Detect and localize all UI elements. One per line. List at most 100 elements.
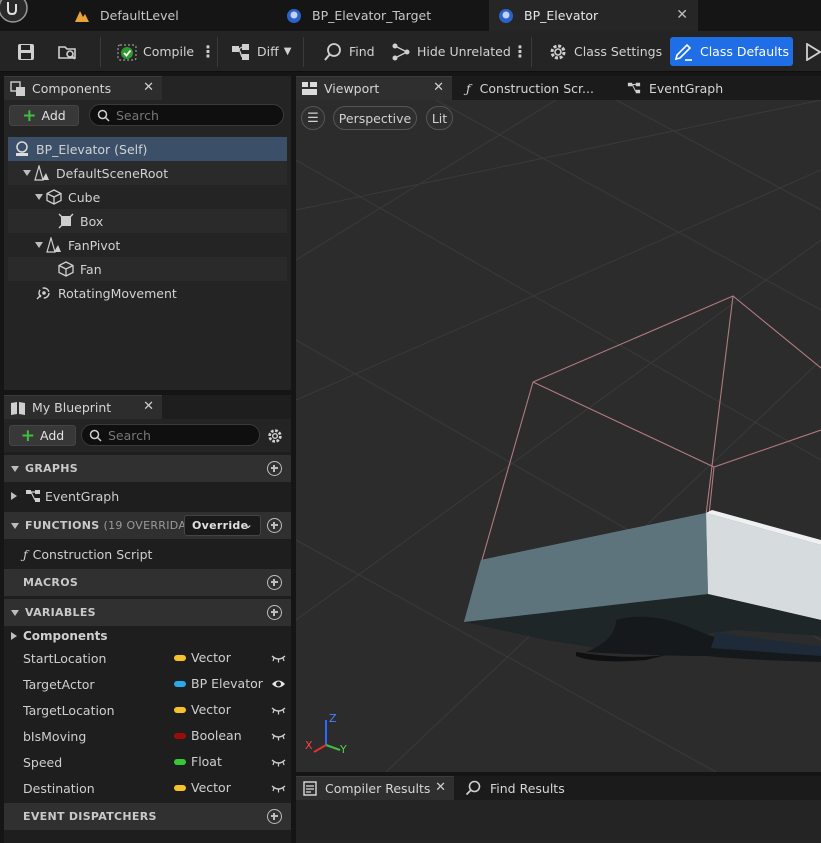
- add-component-button[interactable]: + Add: [9, 105, 79, 126]
- compile-button[interactable]: Compile: [117, 31, 194, 72]
- viewport-options-button[interactable]: ☰: [301, 106, 325, 130]
- variable-row[interactable]: Destination Vector: [4, 775, 291, 801]
- hide-unrelated-button[interactable]: Hide Unrelated: [391, 31, 511, 72]
- collapse-arrow-icon[interactable]: [10, 608, 20, 618]
- tab-bp-elevator-target[interactable]: BP_Elevator_Target: [286, 0, 486, 31]
- tree-item-self[interactable]: BP_Elevator (Self): [8, 137, 287, 161]
- override-dropdown[interactable]: Override ⌄: [184, 515, 261, 536]
- search-input[interactable]: [108, 427, 259, 443]
- variables-header: VARIABLES: [25, 606, 96, 619]
- tab-find-results[interactable]: Find Results: [456, 776, 616, 800]
- eye-closed-icon[interactable]: [271, 653, 286, 663]
- tree-item-fan[interactable]: Fan: [8, 257, 287, 281]
- browse-button[interactable]: [58, 31, 84, 72]
- eye-closed-icon[interactable]: [271, 705, 286, 715]
- tree-item-cube[interactable]: Cube: [8, 185, 287, 209]
- class-defaults-button[interactable]: Class Defaults: [670, 37, 793, 66]
- add-macro-icon[interactable]: [267, 575, 282, 590]
- add-variable-icon[interactable]: [267, 605, 282, 620]
- close-icon[interactable]: ✕: [143, 80, 154, 95]
- add-event-dispatcher-icon[interactable]: [267, 809, 282, 824]
- variable-name: Speed: [23, 754, 63, 770]
- function-item-construction-script[interactable]: ƒ Construction Script: [4, 541, 291, 567]
- section-macros[interactable]: MACROS: [4, 569, 291, 596]
- diff-icon: [232, 43, 249, 60]
- tree-item-default-scene-root[interactable]: DefaultSceneRoot: [8, 161, 287, 185]
- perspective-button[interactable]: Perspective: [333, 106, 417, 130]
- variable-row[interactable]: Speed Float: [4, 749, 291, 775]
- my-blueprint-search[interactable]: [81, 424, 260, 446]
- actor-icon: [16, 141, 28, 156]
- hamburger-icon: ☰: [307, 110, 319, 126]
- tab-bp-elevator[interactable]: BP_Elevator ✕: [489, 0, 698, 31]
- document-tab-bar: DefaultLevel BP_Elevator_Target BP_Eleva…: [0, 0, 821, 31]
- settings-gear-icon[interactable]: [266, 427, 284, 445]
- play-button[interactable]: [805, 31, 821, 72]
- plus-icon: +: [22, 105, 37, 126]
- eye-closed-icon[interactable]: [271, 731, 286, 741]
- tree-item-box[interactable]: Box: [8, 209, 287, 233]
- section-functions[interactable]: FUNCTIONS (19 OVERRIDABLE) Override ⌄: [4, 512, 291, 539]
- close-icon[interactable]: ✕: [435, 780, 446, 795]
- graphs-header: GRAPHS: [25, 462, 79, 475]
- tab-event-graph[interactable]: EventGraph: [618, 76, 778, 100]
- static-mesh-icon: [46, 189, 62, 205]
- axis-label-z: Z: [329, 712, 337, 725]
- components-search[interactable]: [89, 104, 284, 126]
- section-event-dispatchers[interactable]: EVENT DISPATCHERS: [4, 803, 291, 830]
- expand-arrow-icon[interactable]: [9, 631, 19, 641]
- find-button[interactable]: Find: [323, 31, 375, 72]
- static-mesh-icon: [58, 261, 74, 277]
- add-member-button[interactable]: + Add: [9, 425, 76, 446]
- tree-item-rotating-movement[interactable]: RotatingMovement: [8, 281, 287, 305]
- save-button[interactable]: [16, 31, 42, 72]
- expand-arrow-icon[interactable]: [34, 192, 44, 202]
- section-variables[interactable]: VARIABLES: [4, 599, 291, 626]
- tab-components[interactable]: Components ✕: [4, 76, 162, 100]
- collapse-arrow-icon[interactable]: [10, 464, 20, 474]
- expand-arrow-icon[interactable]: [9, 491, 19, 501]
- eye-closed-icon[interactable]: [271, 783, 286, 793]
- construction-script-label: Construction Script: [32, 546, 153, 562]
- variable-row[interactable]: bIsMoving Boolean: [4, 723, 291, 749]
- function-icon: ƒ: [466, 80, 471, 96]
- lit-button[interactable]: Lit: [426, 106, 453, 130]
- variable-type-pill: [174, 707, 186, 713]
- tab-construction-script[interactable]: ƒ Construction Scr...: [456, 76, 614, 100]
- variable-row[interactable]: StartLocation Vector: [4, 645, 291, 671]
- close-icon[interactable]: ✕: [676, 7, 688, 23]
- expand-arrow-icon[interactable]: [22, 168, 32, 178]
- add-graph-icon[interactable]: [267, 461, 282, 476]
- close-icon[interactable]: ✕: [143, 399, 154, 414]
- expand-arrow-icon[interactable]: [34, 240, 44, 250]
- search-input[interactable]: [116, 107, 283, 123]
- hide-unrelated-options-button[interactable]: ⋮: [512, 31, 528, 72]
- function-icon: ƒ: [23, 546, 28, 562]
- tab-viewport[interactable]: Viewport ✕: [296, 76, 452, 100]
- event-graph-label: EventGraph: [45, 488, 120, 504]
- viewport[interactable]: Z Y X ☰ Perspective Lit: [296, 100, 821, 772]
- graph-item-event-graph[interactable]: EventGraph: [4, 483, 291, 509]
- class-settings-button[interactable]: Class Settings: [548, 31, 662, 72]
- tab-my-blueprint[interactable]: My Blueprint ✕: [4, 395, 162, 419]
- variable-row[interactable]: TargetLocation Vector: [4, 697, 291, 723]
- tab-compiler-results[interactable]: Compiler Results ✕: [296, 776, 454, 800]
- variable-name: StartLocation: [23, 650, 107, 666]
- add-function-icon[interactable]: [267, 518, 282, 533]
- tree-item-label: Fan: [80, 261, 102, 277]
- unreal-logo[interactable]: [0, 0, 30, 31]
- variable-row[interactable]: TargetActor BP Elevator T: [4, 671, 291, 697]
- compile-options-button[interactable]: ⋮: [200, 31, 216, 72]
- close-icon[interactable]: ✕: [433, 80, 444, 95]
- eye-closed-icon[interactable]: [271, 757, 286, 767]
- divider: [217, 37, 218, 67]
- tab-default-level[interactable]: DefaultLevel: [74, 0, 274, 31]
- variable-type: Vector: [191, 702, 231, 717]
- diff-button[interactable]: Diff ▼: [231, 31, 291, 72]
- collapse-arrow-icon[interactable]: [10, 521, 20, 531]
- divider: [100, 37, 101, 67]
- compile-label: Compile: [143, 44, 195, 59]
- tree-item-fan-pivot[interactable]: FanPivot: [8, 233, 287, 257]
- eye-open-icon[interactable]: [271, 679, 286, 689]
- section-graphs[interactable]: GRAPHS: [4, 455, 291, 482]
